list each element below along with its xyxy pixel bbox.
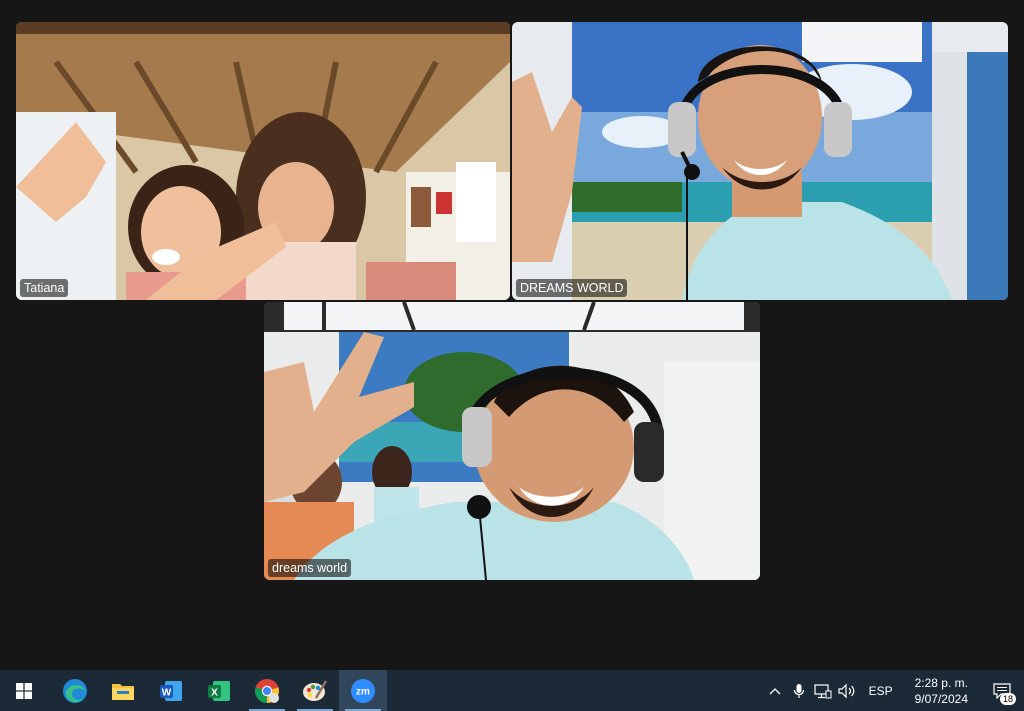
microphone-icon	[793, 683, 804, 698]
taskbar-app-zoom[interactable]: zm	[339, 670, 387, 711]
participant-name-label: DREAMS WORLD	[516, 279, 628, 297]
video-feed-tatiana	[16, 22, 510, 300]
chrome-icon	[255, 678, 279, 703]
system-tray: ESP 2:28 p. m. 9/07/2024 18	[763, 670, 1024, 711]
video-tile-dreams-world[interactable]: dreams world	[264, 302, 760, 580]
start-button[interactable]	[0, 670, 48, 711]
edge-icon	[63, 678, 87, 703]
excel-icon: X	[208, 680, 230, 701]
show-hidden-icons-button[interactable]	[763, 670, 787, 711]
chevron-up-icon	[769, 687, 781, 694]
svg-text:zm: zm	[356, 686, 370, 697]
clock-date: 9/07/2024	[914, 691, 968, 706]
input-language-indicator[interactable]: ESP	[859, 684, 903, 698]
notification-count-badge: 18	[999, 693, 1016, 705]
speaker-icon	[837, 683, 854, 698]
zoom-icon: zm	[351, 678, 375, 703]
taskbar-clock[interactable]: 2:28 p. m. 9/07/2024	[903, 675, 980, 707]
svg-text:X: X	[211, 687, 218, 698]
video-feed-dreams-world-speaker	[512, 22, 1008, 300]
participant-name-label: Tatiana	[20, 279, 69, 297]
participant-name-label: dreams world	[268, 559, 352, 577]
taskbar-app-paint[interactable]	[291, 670, 339, 711]
taskbar-app-excel[interactable]: X	[195, 670, 243, 711]
video-tile-tatiana[interactable]: Tatiana	[16, 22, 510, 300]
svg-text:W: W	[162, 687, 172, 698]
clock-time: 2:28 p. m.	[914, 675, 968, 690]
network-icon	[813, 683, 832, 698]
taskbar-app-edge[interactable]	[51, 670, 99, 711]
microphone-tray-button[interactable]	[787, 670, 811, 711]
video-feed-dreams-world	[264, 302, 760, 580]
taskbar-app-word[interactable]: W	[147, 670, 195, 711]
video-tile-dreams-world-speaker[interactable]: DREAMS WORLD	[512, 22, 1008, 300]
windows-logo-icon	[16, 682, 32, 699]
paint-icon	[303, 679, 328, 701]
taskbar-app-chrome[interactable]	[243, 670, 291, 711]
windows-taskbar: W X zm ESP 2:28 p. m. 9/07/2024 18	[0, 670, 1024, 711]
volume-tray-button[interactable]	[835, 670, 859, 711]
word-icon: W	[160, 680, 182, 701]
action-center-button[interactable]: 18	[980, 670, 1024, 711]
file-explorer-icon	[112, 683, 134, 700]
taskbar-app-file-explorer[interactable]	[99, 670, 147, 711]
network-tray-button[interactable]	[811, 670, 835, 711]
